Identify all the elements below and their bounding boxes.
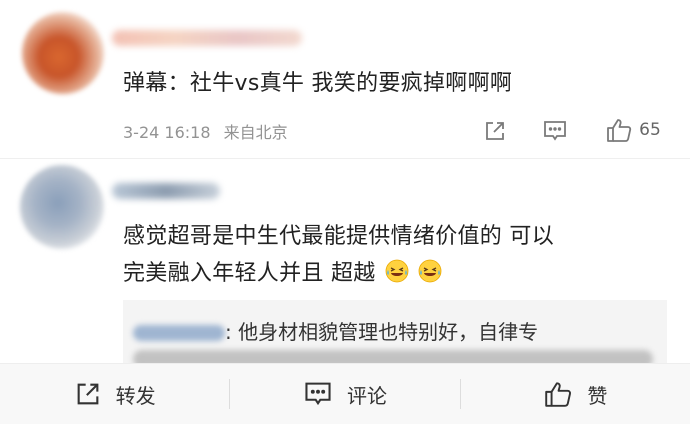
comment-text-line-2: 完美融入年轻人并且 超越 xyxy=(123,255,442,287)
divider xyxy=(0,158,690,159)
comment-location: 来自北京 xyxy=(223,123,288,142)
comment-text-line-2-text: 完美融入年轻人并且 超越 xyxy=(123,261,376,286)
avatar[interactable] xyxy=(20,165,104,249)
share-icon xyxy=(486,122,504,140)
thumbs-up-icon xyxy=(545,382,572,407)
reply-button[interactable] xyxy=(540,118,570,144)
username-blurred[interactable] xyxy=(112,30,302,46)
like-button[interactable]: 65 xyxy=(598,115,668,145)
laughing-crying-emoji-icon xyxy=(385,259,409,283)
comment-icon xyxy=(544,121,566,141)
comment-label: 评论 xyxy=(346,383,387,408)
comment-button[interactable]: 评论 xyxy=(230,364,459,424)
share-button[interactable] xyxy=(481,118,509,144)
comment-meta: 3-24 16:18 来自北京 xyxy=(123,119,288,143)
share-icon xyxy=(77,383,99,405)
thumbs-up-icon xyxy=(607,119,632,142)
sub-reply: : 他身材相貌管理也特别好，自律专 xyxy=(133,316,538,345)
comment-text-line-1: 感觉超哥是中生代最能提供情绪价值的 可以 xyxy=(123,224,554,249)
repost-button[interactable]: 转发 xyxy=(0,364,229,424)
like-count: 65 xyxy=(639,120,661,140)
sub-reply-text: : 他身材相貌管理也特别好，自律专 xyxy=(225,320,539,344)
like-bar-button[interactable]: 赞 xyxy=(461,364,690,424)
avatar[interactable] xyxy=(22,12,104,94)
like-label: 赞 xyxy=(587,383,608,408)
comment-icon xyxy=(305,382,331,406)
comment-time: 3-24 16:18 xyxy=(123,123,211,142)
repost-label: 转发 xyxy=(115,383,156,408)
comment-text: 弹幕：社牛vs真牛 我笑的要疯掉啊啊啊 xyxy=(123,71,513,96)
username-blurred[interactable] xyxy=(112,183,220,199)
laughing-crying-emoji-icon xyxy=(418,259,442,283)
bottom-action-bar: 转发 评论 赞 xyxy=(0,363,690,424)
reply-username-blurred[interactable] xyxy=(133,325,225,341)
